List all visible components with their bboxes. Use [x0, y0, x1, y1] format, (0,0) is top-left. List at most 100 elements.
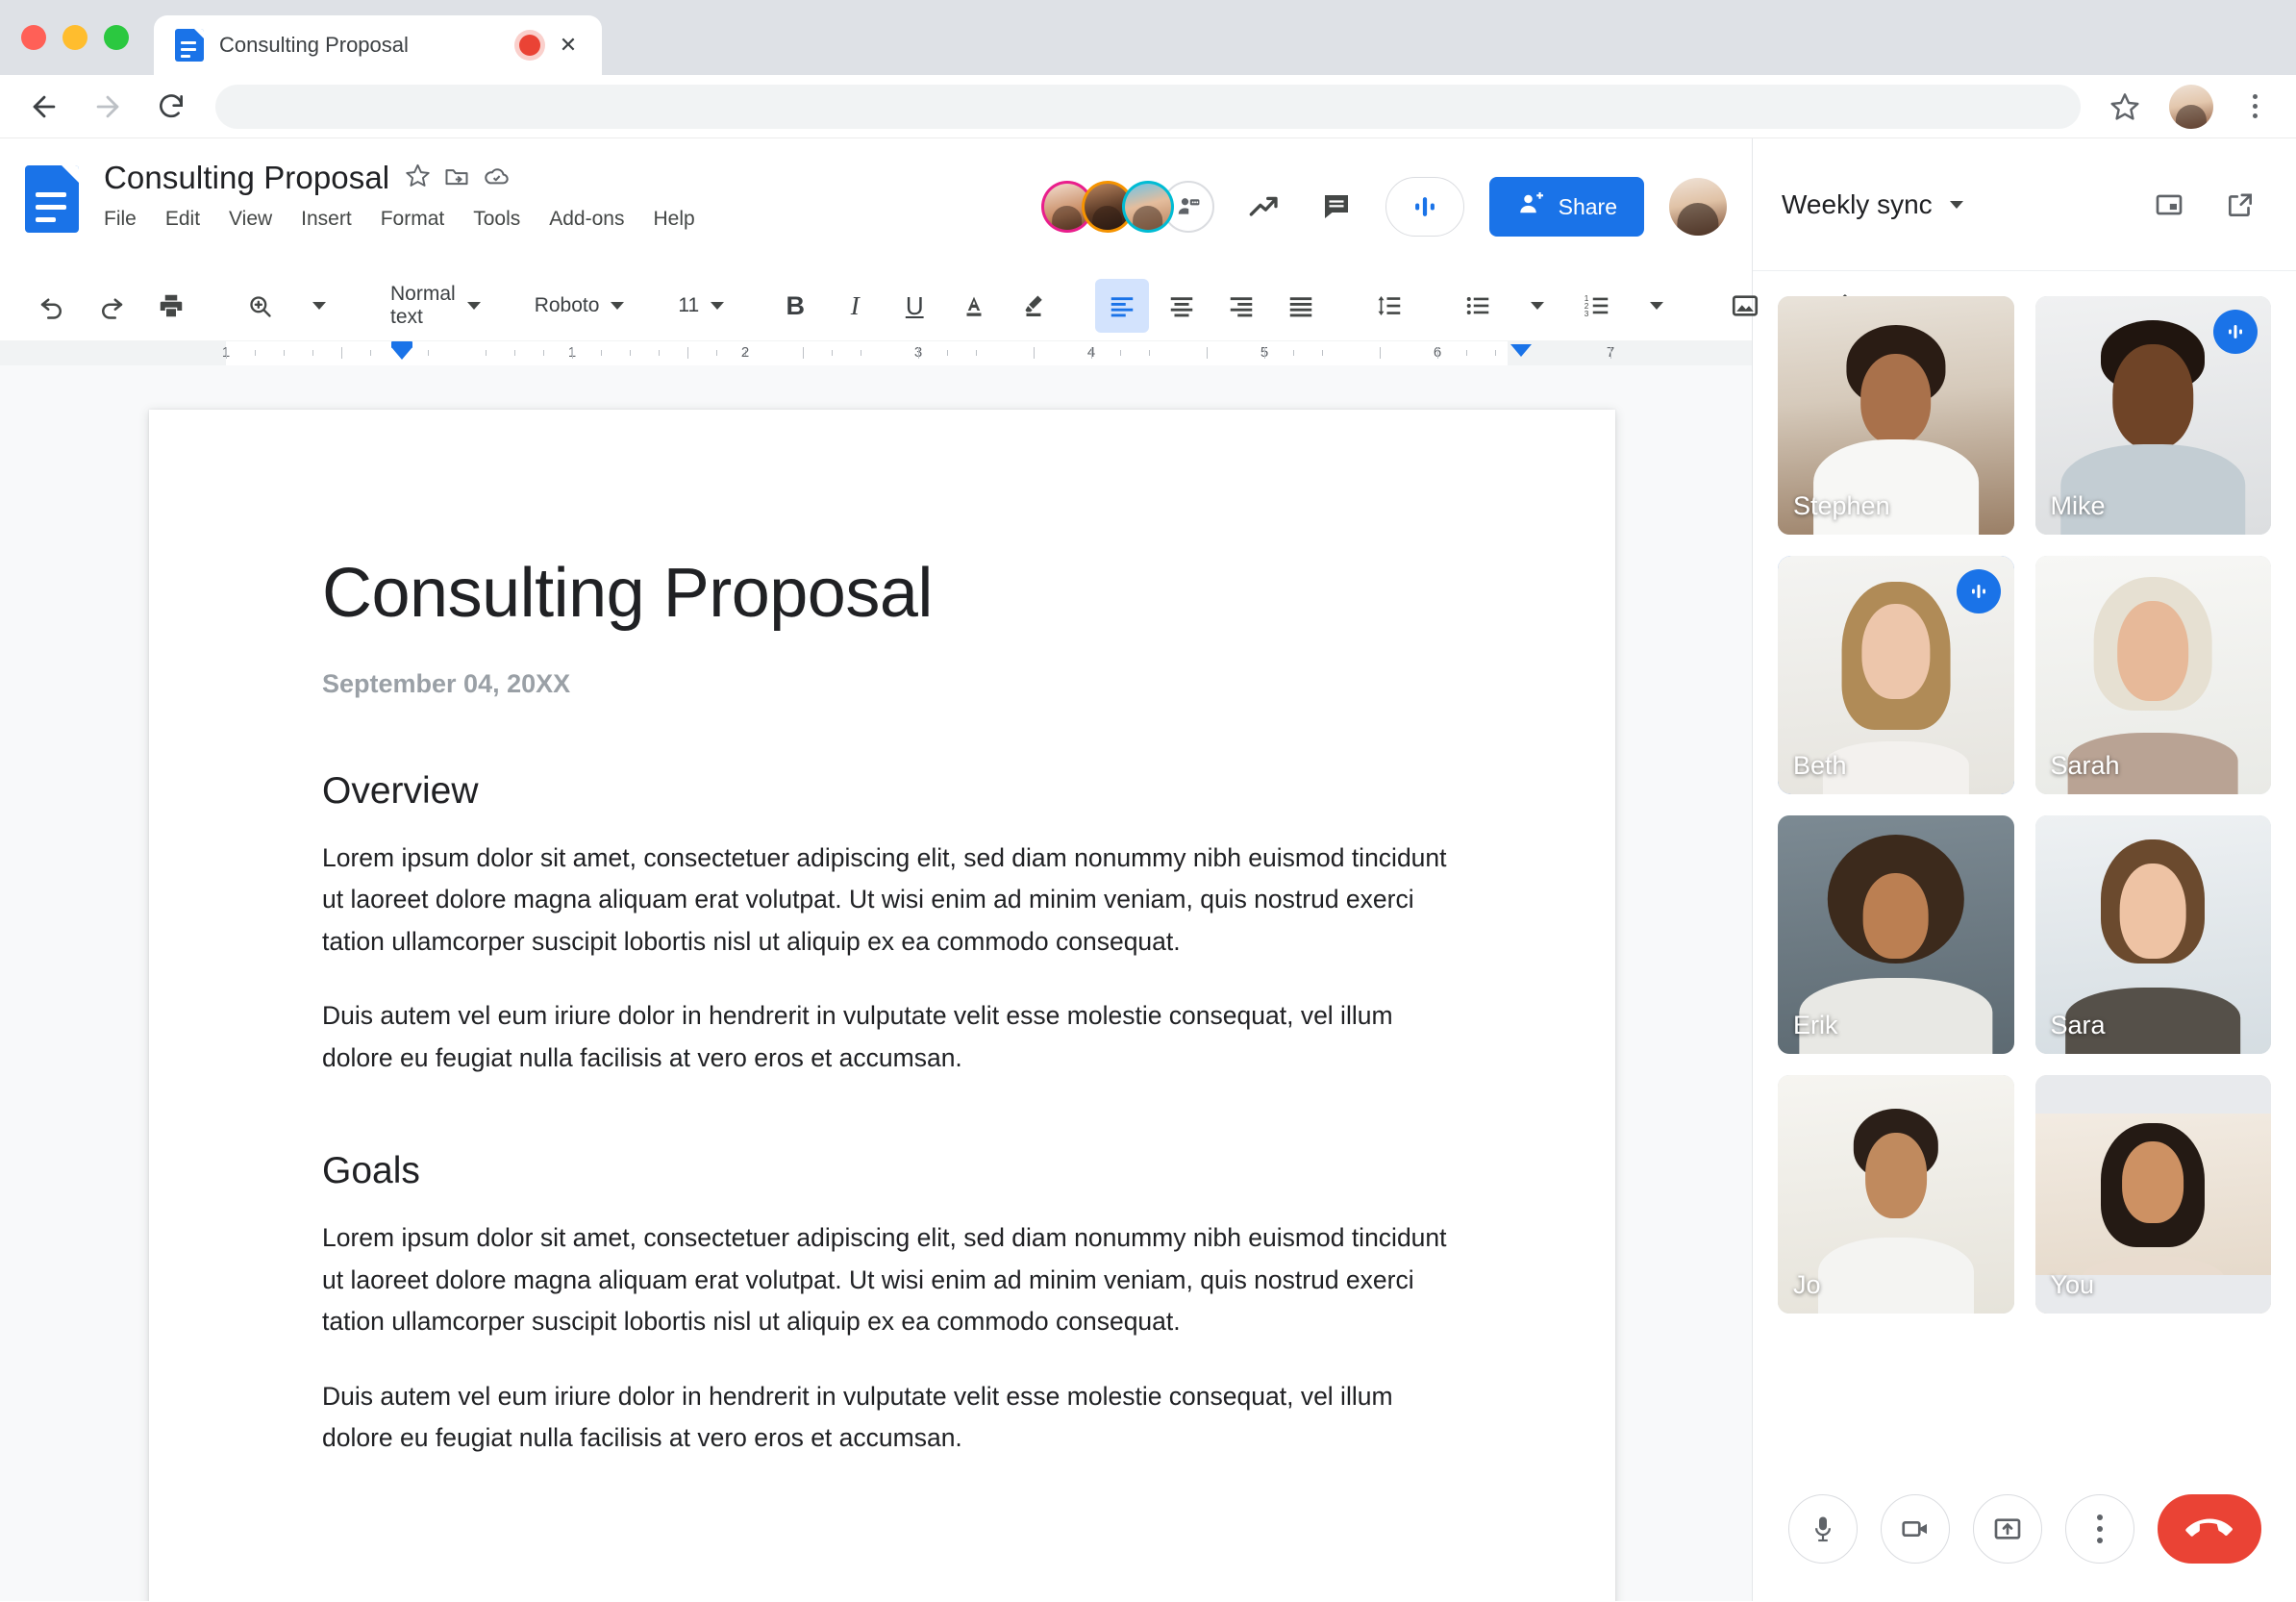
line-spacing-icon[interactable]: [1362, 279, 1416, 333]
document-page[interactable]: Consulting Proposal September 04, 20XX O…: [149, 410, 1615, 1601]
comment-icon[interactable]: [1312, 183, 1360, 231]
collaborator-avatars: [1040, 181, 1214, 233]
person-add-icon: [1516, 189, 1545, 224]
participant-name: Stephen: [1793, 491, 1890, 520]
menu-item-edit[interactable]: Edit: [165, 208, 200, 231]
highlight-icon[interactable]: [1007, 279, 1061, 333]
participant-tile-self[interactable]: You: [2034, 1075, 2271, 1314]
menu-item-tools[interactable]: Tools: [473, 208, 520, 231]
participant-tile[interactable]: Mike: [2034, 296, 2271, 535]
recording-dot-icon: [519, 35, 540, 56]
redo-icon[interactable]: [85, 279, 138, 333]
bulleted-list-caret[interactable]: [1510, 279, 1564, 333]
close-icon[interactable]: ✕: [556, 33, 581, 58]
share-button[interactable]: Share: [1488, 177, 1644, 237]
align-right-icon[interactable]: [1214, 279, 1268, 333]
collaborator-avatar[interactable]: [1121, 181, 1174, 233]
align-justify-icon[interactable]: [1274, 279, 1328, 333]
more-options-button[interactable]: [2064, 1494, 2134, 1564]
section-paragraph: Lorem ipsum dolor sit amet, consectetuer…: [322, 1223, 1447, 1337]
meet-panel: Weekly sync Stephen Mike Beth Sarah Erik…: [1752, 138, 2296, 1601]
align-center-icon[interactable]: [1155, 279, 1209, 333]
participant-tile[interactable]: Stephen: [1778, 296, 2014, 535]
close-window-button[interactable]: [21, 25, 46, 50]
insert-image-icon[interactable]: [1718, 279, 1772, 333]
arrow-back-icon[interactable]: [25, 88, 63, 126]
font-size-value: 11: [678, 294, 700, 316]
picture-in-picture-icon[interactable]: [2142, 178, 2196, 232]
document-date: September 04, 20XX: [322, 669, 571, 698]
numbered-list-icon[interactable]: 123: [1570, 279, 1624, 333]
zoom-dropdown-caret[interactable]: [292, 279, 346, 333]
address-bar[interactable]: [215, 84, 2081, 129]
participant-name: You: [2050, 1270, 2095, 1299]
participant-name: Sarah: [2050, 751, 2120, 780]
menu-item-view[interactable]: View: [229, 208, 272, 231]
underline-button[interactable]: U: [887, 279, 941, 333]
maximize-window-button[interactable]: [104, 25, 129, 50]
star-icon[interactable]: [405, 163, 431, 193]
microphone-button[interactable]: [1787, 1494, 1858, 1564]
open-in-new-icon[interactable]: [2213, 178, 2267, 232]
menu-item-help[interactable]: Help: [653, 208, 694, 231]
participant-tile[interactable]: Sarah: [2034, 556, 2271, 794]
menu-item-insert[interactable]: Insert: [301, 208, 352, 231]
star-icon[interactable]: [2106, 91, 2144, 122]
font-family-dropdown[interactable]: Roboto: [525, 294, 635, 317]
bulleted-list-icon[interactable]: [1451, 279, 1505, 333]
minimize-window-button[interactable]: [62, 25, 87, 50]
avatar[interactable]: [2169, 84, 2213, 129]
document-canvas[interactable]: Consulting Proposal September 04, 20XX O…: [0, 365, 1752, 1601]
browser-toolbar: [0, 75, 2296, 138]
menu-item-add-ons[interactable]: Add-ons: [549, 208, 624, 231]
align-left-icon[interactable]: [1095, 279, 1150, 333]
left-indent-triangle[interactable]: [391, 347, 412, 360]
paragraph-style-value: Normal text: [390, 283, 456, 328]
menu-item-format[interactable]: Format: [381, 208, 445, 231]
italic-button[interactable]: I: [828, 279, 882, 333]
undo-icon[interactable]: [25, 279, 79, 333]
docs-header: Consulting Proposal File Edit View Inser…: [0, 138, 1752, 271]
print-icon[interactable]: [144, 279, 198, 333]
browser-tab[interactable]: Consulting Proposal ✕: [154, 15, 602, 75]
participant-tile[interactable]: Jo: [1778, 1075, 2014, 1314]
bold-button[interactable]: B: [768, 279, 822, 333]
zoom-in-icon[interactable]: [233, 279, 287, 333]
url-input[interactable]: [215, 84, 2081, 129]
activity-trending-icon[interactable]: [1239, 183, 1287, 231]
voice-activity-icon[interactable]: [1385, 177, 1464, 237]
app-area: Consulting Proposal File Edit View Inser…: [0, 138, 2296, 1601]
camera-button[interactable]: [1880, 1494, 1950, 1564]
chevron-down-icon[interactable]: [1949, 200, 1963, 209]
right-indent-marker[interactable]: [1510, 344, 1532, 357]
page-title[interactable]: Consulting Proposal: [104, 160, 389, 196]
participant-tile[interactable]: Sara: [2034, 815, 2271, 1054]
reload-icon[interactable]: [152, 88, 190, 126]
arrow-forward-icon[interactable]: [88, 88, 127, 126]
font-size-dropdown[interactable]: 11: [668, 294, 734, 317]
docs-toolbar: Normal text Roboto 11 B I U 1 2 3: [0, 271, 1907, 340]
participant-tile[interactable]: Erik: [1778, 815, 2014, 1054]
google-docs-icon: [175, 29, 204, 62]
section-heading-overview: Overview: [322, 770, 479, 812]
letterbox-bar: [2034, 1075, 2271, 1114]
leave-call-button[interactable]: [2157, 1494, 2261, 1564]
kebab-menu-icon[interactable]: [2238, 94, 2271, 118]
cloud-saved-icon[interactable]: [483, 162, 511, 194]
window-traffic-lights: [21, 25, 154, 75]
section-paragraph: Duis autem vel eum iriure dolor in hendr…: [322, 1381, 1393, 1453]
numbered-list-caret[interactable]: [1630, 279, 1684, 333]
section-paragraph: Lorem ipsum dolor sit amet, consectetuer…: [322, 843, 1447, 956]
participant-name: Mike: [2050, 491, 2106, 520]
move-to-folder-icon[interactable]: [443, 163, 470, 194]
text-color-icon[interactable]: [947, 279, 1001, 333]
present-screen-button[interactable]: [1972, 1494, 2042, 1564]
section-heading-goals: Goals: [322, 1150, 420, 1192]
docs-header-actions: Share: [1040, 177, 1727, 237]
avatar[interactable]: [1669, 178, 1727, 236]
paragraph-style-dropdown[interactable]: Normal text: [381, 283, 490, 329]
participant-tile-active-speaker[interactable]: Beth: [1778, 556, 2014, 794]
ruler[interactable]: 1 1 2 3: [0, 340, 1752, 365]
menu-item-file[interactable]: File: [104, 208, 137, 231]
google-docs-icon[interactable]: [25, 165, 79, 233]
